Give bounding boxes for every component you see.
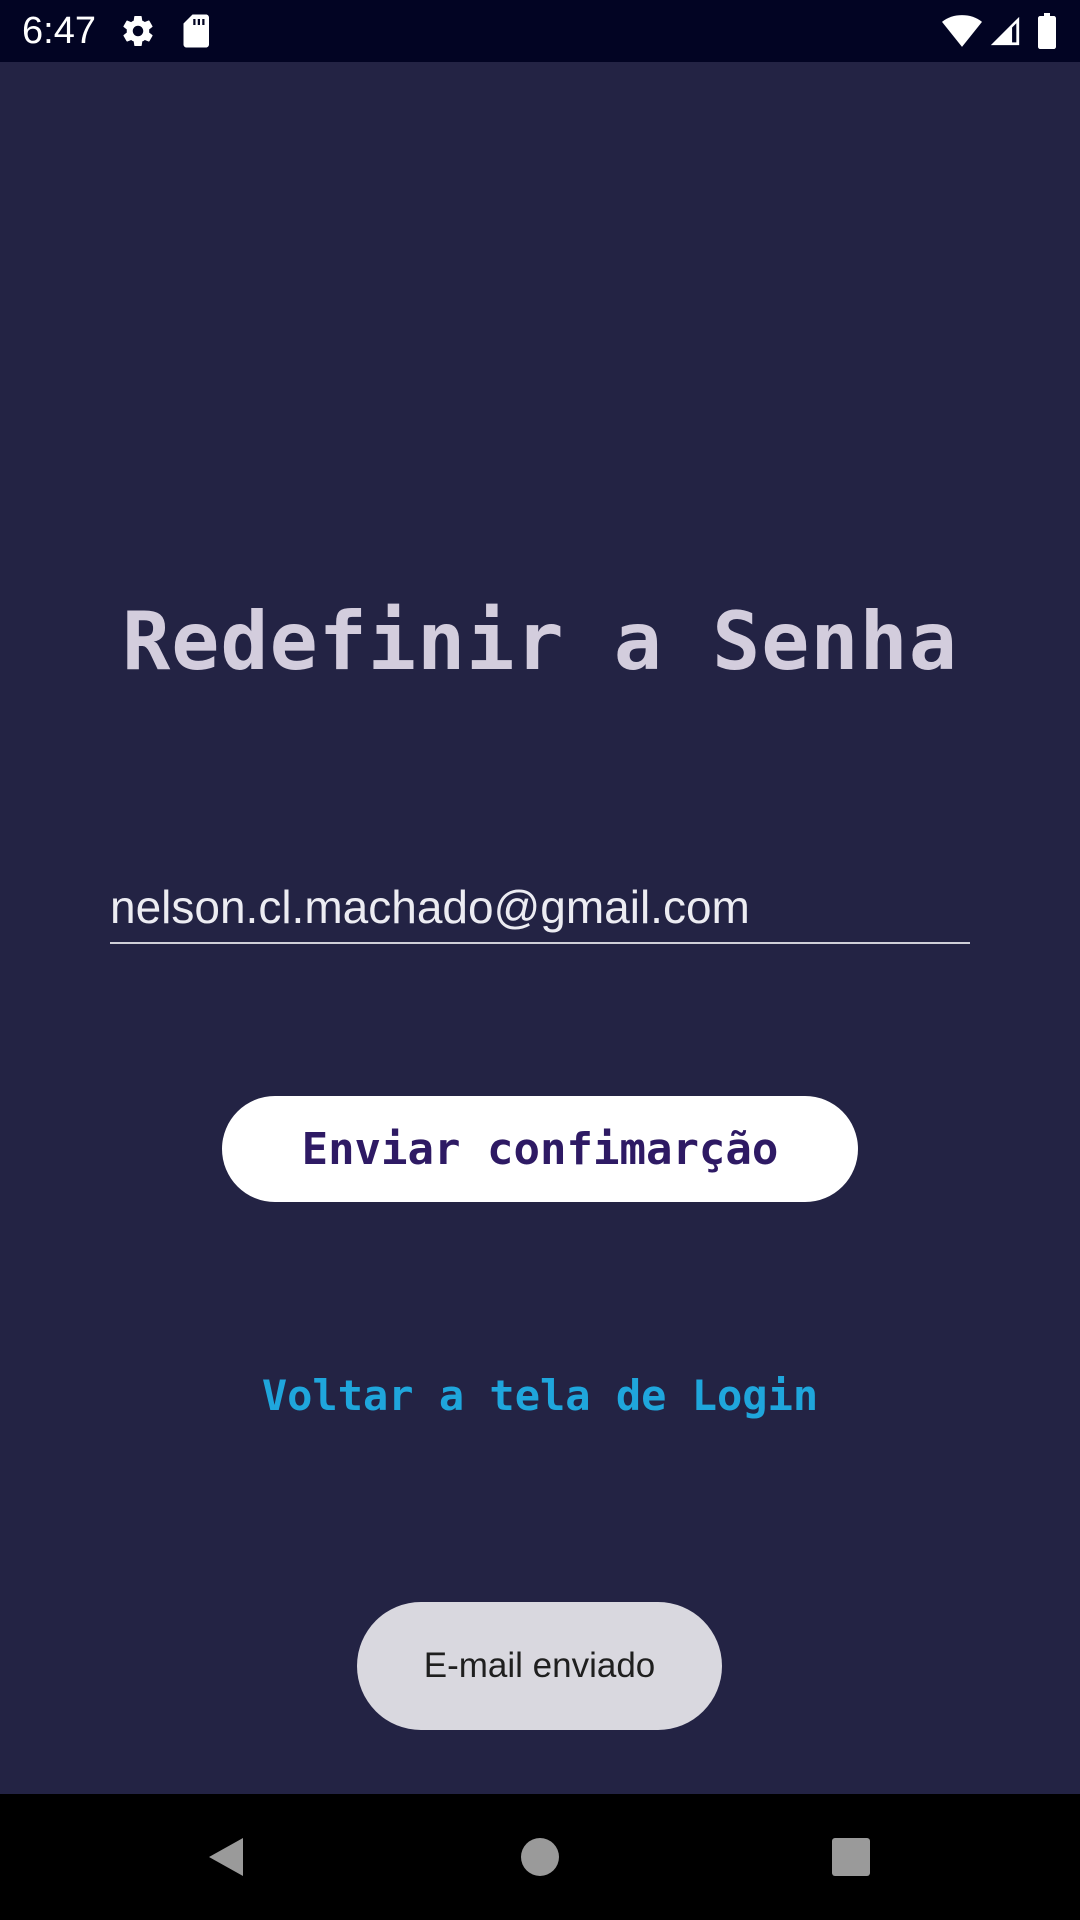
reset-password-screen: Redefinir a Senha Enviar confimarção Vol…: [0, 62, 1080, 1794]
back-icon[interactable]: [193, 1824, 259, 1890]
email-field[interactable]: [110, 872, 970, 944]
page-title: Redefinir a Senha: [122, 595, 958, 688]
recents-icon[interactable]: [818, 1824, 884, 1890]
status-bar: 6:47: [0, 0, 1080, 62]
wifi-icon: [942, 15, 982, 47]
sd-card-icon: [183, 14, 209, 48]
back-to-login-link[interactable]: Voltar a tela de Login: [0, 1366, 1080, 1426]
navigation-bar: [0, 1794, 1080, 1920]
signal-icon: [990, 16, 1020, 46]
toast-message: E-mail enviado: [357, 1602, 722, 1730]
status-time: 6:47: [22, 10, 96, 52]
battery-icon: [1038, 13, 1056, 49]
home-icon[interactable]: [507, 1824, 573, 1890]
send-confirmation-button[interactable]: Enviar confimarção: [222, 1096, 858, 1202]
gear-icon: [123, 16, 153, 47]
